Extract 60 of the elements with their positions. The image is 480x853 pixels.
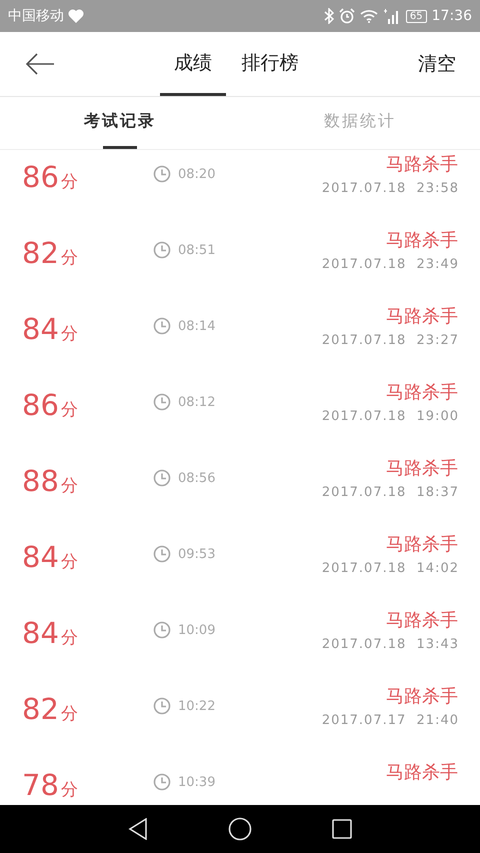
duration: 09:53 [178,546,216,562]
tab[interactable]: 考试记录 [84,97,156,149]
clock-icon [153,317,171,335]
record-date: 2017.07.18 23:49 [322,257,459,272]
record-date: 2017.07.18 18:37 [322,485,459,500]
clock-time: 17:36 [432,8,472,24]
record-date: 2017.07.18 13:43 [322,637,459,652]
record-date: 2017.07.18 19:00 [322,409,459,424]
record-date: 2017.07.18 23:27 [322,333,459,348]
clock-icon [153,469,171,487]
duration: 08:12 [178,394,216,410]
back-nav-icon[interactable] [128,818,148,840]
score: 84 分 [22,540,78,574]
clock-icon [153,165,171,183]
user-name: 马路杀手 [386,685,458,708]
clock-icon [153,545,171,563]
duration: 08:51 [178,242,216,258]
score: 78 分 [22,768,78,802]
score: 86 分 [22,160,78,194]
clock-icon [153,241,171,259]
score: 84 分 [22,616,78,650]
clear-button[interactable]: 清空 [412,32,480,96]
user-name: 马路杀手 [386,609,458,632]
score: 82 分 [22,692,78,726]
user-name: 马路杀手 [386,457,458,480]
tab[interactable]: 成绩 [160,32,226,96]
user-name: 马路杀手 [386,229,458,252]
duration: 08:20 [178,166,216,182]
user-name: 马路杀手 [386,381,458,404]
duration: 10:09 [178,622,216,638]
user-name: 马路杀手 [386,305,458,328]
score: 88 分 [22,464,78,498]
record-date: 2017.07.18 23:58 [322,181,459,196]
duration: 08:56 [178,470,216,486]
clock-icon [153,393,171,411]
score: 84 分 [22,312,78,346]
user-name: 马路杀手 [386,761,458,784]
bluetooth-icon [324,8,334,24]
wifi-icon [360,9,378,23]
duration: 08:14 [178,318,216,334]
user-name: 马路杀手 [386,153,458,176]
home-nav-icon[interactable] [228,817,252,841]
alarm-icon [338,8,355,24]
clock-icon [153,773,171,791]
clock-icon [153,697,171,715]
tab[interactable]: 排行榜 [226,32,314,96]
score: 86 分 [22,388,78,422]
duration: 10:39 [178,774,216,790]
duration: 10:22 [178,698,216,714]
carrier-name: 中国移动 [8,7,64,25]
score: 82 分 [22,236,78,270]
recents-nav-icon[interactable] [332,819,352,839]
record-date: 2017.07.17 21:40 [322,713,459,728]
signal-icon [382,8,401,24]
clock-icon [153,621,171,639]
battery-icon: 65 [406,10,427,22]
back-icon[interactable] [25,53,55,75]
user-name: 马路杀手 [386,533,458,556]
heart-icon [68,9,84,23]
record-date: 2017.07.18 14:02 [322,561,459,576]
